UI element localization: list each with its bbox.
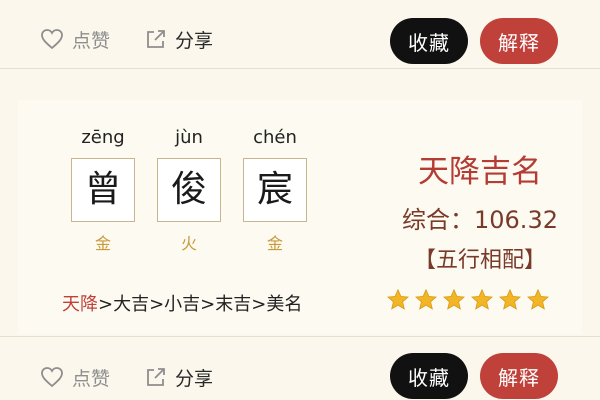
five-element-label: 火: [180, 234, 197, 253]
explain-button[interactable]: 解释: [480, 353, 558, 399]
collect-button[interactable]: 收藏: [390, 353, 468, 399]
name-character-2: jùn 俊 火: [156, 126, 222, 254]
like-label: 点赞: [72, 367, 111, 390]
name-result-page: 点赞 分享 收藏 解释 zēng 曾 金 jùn 俊 火 chén 宸 金 天降…: [0, 0, 600, 400]
name-card: zēng 曾 金 jùn 俊 火 chén 宸 金 天降>大吉>小吉>末吉>美名…: [18, 100, 582, 334]
character-box: 宸: [243, 158, 307, 222]
name-character-1: zēng 曾 金: [70, 126, 136, 254]
score-label: 综合：: [402, 206, 474, 234]
star-rating: [386, 288, 550, 312]
overall-score: 综合：106.32: [380, 200, 580, 235]
pinyin-label: chén: [253, 127, 297, 148]
five-element-label: 金: [94, 234, 111, 253]
star-icon: [526, 288, 550, 312]
pinyin-label: jùn: [175, 127, 203, 148]
character-box: 俊: [157, 158, 221, 222]
star-icon: [414, 288, 438, 312]
pinyin-label: zēng: [81, 127, 125, 148]
name-character-3: chén 宸 金: [242, 126, 308, 254]
like-button[interactable]: 点赞: [40, 363, 110, 391]
like-label: 点赞: [72, 29, 111, 52]
top-action-bar: 点赞 分享 收藏 解释: [0, 0, 600, 69]
share-icon: [147, 30, 165, 48]
heart-icon: [41, 367, 63, 388]
star-icon: [442, 288, 466, 312]
star-icon: [498, 288, 522, 312]
explain-button[interactable]: 解释: [480, 18, 558, 64]
rank-flow: 天降>大吉>小吉>末吉>美名: [62, 290, 302, 316]
share-label: 分享: [175, 29, 214, 52]
share-button[interactable]: 分享: [145, 25, 213, 53]
star-icon: [386, 288, 410, 312]
character-box: 曾: [71, 158, 135, 222]
five-element-label: 金: [266, 234, 283, 253]
bottom-action-bar: 点赞 分享 收藏 解释: [0, 336, 600, 400]
heart-icon: [41, 29, 63, 50]
name-tier-title: 天降吉名: [418, 154, 542, 190]
share-label: 分享: [175, 367, 214, 390]
share-button[interactable]: 分享: [145, 363, 213, 391]
rank-flow-highlight: 天降: [62, 294, 98, 315]
collect-button[interactable]: 收藏: [390, 18, 468, 64]
score-value: 106.32: [474, 206, 558, 234]
star-icon: [470, 288, 494, 312]
like-button[interactable]: 点赞: [40, 25, 110, 53]
share-icon: [147, 368, 165, 386]
five-elements-match: 【五行相配】: [413, 248, 546, 273]
rank-flow-rest: >大吉>小吉>末吉>美名: [98, 294, 303, 315]
